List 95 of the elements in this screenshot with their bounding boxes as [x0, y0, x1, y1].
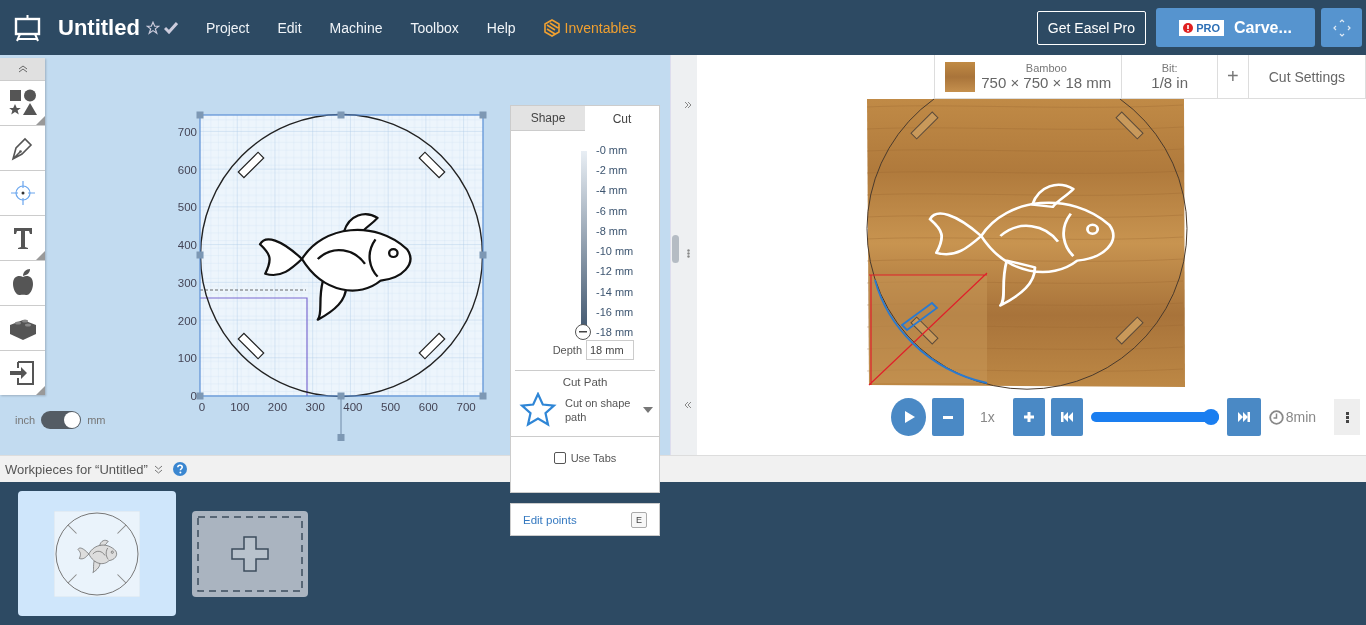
depth-mark: -0 mm	[596, 144, 628, 156]
menu-item[interactable]: Edit	[277, 19, 302, 36]
chevron-left-icon[interactable]	[684, 401, 692, 409]
material-selector[interactable]: Bamboo 750 × 750 × 18 mm	[935, 55, 1123, 98]
tool-button[interactable]	[0, 80, 45, 125]
chevron-down-icon[interactable]	[153, 464, 163, 474]
axis-label: 100	[177, 352, 197, 365]
chevron-right-icon[interactable]	[684, 101, 692, 109]
project-title[interactable]: Untitled	[58, 14, 140, 41]
material-size: 750 × 750 × 18 mm	[981, 74, 1112, 91]
skip-forward-icon	[1236, 410, 1251, 424]
chevron-up-icon	[17, 65, 28, 73]
plus-icon	[1021, 410, 1036, 424]
depth-mark: -8 mm	[596, 224, 628, 237]
fish-thumbnail-drawing	[77, 539, 117, 573]
plus-icon	[196, 515, 304, 593]
skip-forward-button[interactable]	[1226, 398, 1261, 436]
axis-label: 700	[456, 401, 476, 413]
checkbox-label: Use Tabs	[570, 452, 617, 464]
carve-button[interactable]: PRO Carve...	[1156, 8, 1315, 47]
unit-label: mm	[87, 414, 106, 426]
axis-label: 400	[177, 239, 197, 252]
tool-button[interactable]	[0, 215, 45, 260]
tool-button[interactable]	[0, 260, 45, 305]
tool-button[interactable]	[0, 350, 45, 395]
depth-mark: -6 mm	[596, 204, 628, 217]
axis-label: 300	[177, 276, 197, 289]
scrollbar-thumb[interactable]	[672, 235, 679, 263]
get-pro-button[interactable]: Get Easel Pro	[1036, 10, 1146, 45]
workpieces-title: Workpieces for “Untitled”	[5, 461, 148, 477]
cut-path-title: Cut Path	[561, 376, 609, 388]
drag-handle-icon[interactable]	[687, 249, 690, 258]
duration-label: 8min	[1285, 409, 1317, 425]
axis-label: 100	[230, 401, 250, 413]
use-tabs-checkbox[interactable]	[553, 452, 566, 464]
star-icon	[519, 392, 557, 428]
star-icon[interactable]	[145, 20, 160, 35]
clock-icon	[1268, 409, 1284, 425]
hexagon-logo-icon[interactable]	[543, 18, 560, 37]
depth-input[interactable]: 18 mm	[586, 340, 634, 360]
alert-icon	[1183, 22, 1194, 33]
tool-button[interactable]	[0, 125, 45, 170]
caret-icon	[643, 407, 653, 413]
axis-label: 500	[177, 201, 197, 214]
skip-back-icon	[1059, 410, 1074, 424]
play-button[interactable]	[891, 398, 926, 436]
material-name: Bamboo	[1025, 62, 1067, 74]
depth-label: Depth	[552, 344, 582, 356]
progress-thumb[interactable]	[1202, 409, 1219, 425]
depth-mark: -2 mm	[596, 164, 628, 177]
panel-tab[interactable]: Shape	[511, 106, 585, 131]
axis-label: 0	[198, 401, 206, 413]
axis-label: 0	[190, 390, 197, 403]
pro-badge: PRO	[1179, 19, 1224, 36]
depth-mark: -10 mm	[596, 245, 634, 258]
depth-mark: -16 mm	[596, 305, 634, 318]
arrows-icon	[1331, 17, 1352, 38]
unit-toggle[interactable]	[41, 411, 82, 429]
axis-label: 500	[381, 401, 401, 413]
menu-item[interactable]: Machine	[329, 19, 383, 36]
menu-item[interactable]: Toolbox	[410, 19, 459, 36]
wood-swatch	[945, 61, 976, 92]
zoom-out-button[interactable]	[932, 398, 964, 436]
zoom-in-button[interactable]	[1012, 398, 1045, 436]
edit-points-link[interactable]: Edit points	[523, 513, 577, 526]
axis-label: 200	[177, 314, 197, 327]
more-button[interactable]	[1334, 399, 1361, 435]
unit-label: inch	[15, 414, 36, 426]
axis-label: 600	[418, 401, 438, 413]
brand-link[interactable]: Inventables	[564, 19, 637, 36]
speed-label: 1x	[980, 409, 995, 425]
axis-label: 300	[305, 401, 325, 413]
depth-mark: -4 mm	[596, 184, 628, 197]
easel-logo-icon[interactable]	[14, 13, 41, 42]
depth-mark: -12 mm	[596, 265, 634, 278]
depth-mark: -18 mm	[596, 326, 634, 338]
depth-mark: -14 mm	[596, 285, 634, 298]
depth-slider-thumb[interactable]	[575, 324, 591, 340]
axis-label: 700	[177, 126, 197, 138]
more-icon	[1345, 411, 1349, 423]
menu-item[interactable]: Help	[486, 19, 516, 36]
circle-design-drawing[interactable]	[196, 111, 487, 441]
axis-label: 600	[177, 163, 197, 176]
tool-button[interactable]	[0, 305, 45, 350]
keyboard-shortcut: E	[631, 511, 647, 528]
skip-back-button[interactable]	[1050, 398, 1083, 436]
menu-item[interactable]: Project	[205, 19, 250, 36]
axis-label: 200	[267, 401, 288, 413]
bit-size: 1/8 in	[1151, 74, 1189, 91]
bit-label: Bit:	[1161, 62, 1178, 74]
axis-label: 400	[343, 401, 363, 413]
minus-icon	[579, 331, 587, 333]
help-icon[interactable]	[172, 462, 187, 476]
add-workpiece-button[interactable]	[192, 511, 308, 597]
depth-slider[interactable]	[575, 151, 593, 342]
